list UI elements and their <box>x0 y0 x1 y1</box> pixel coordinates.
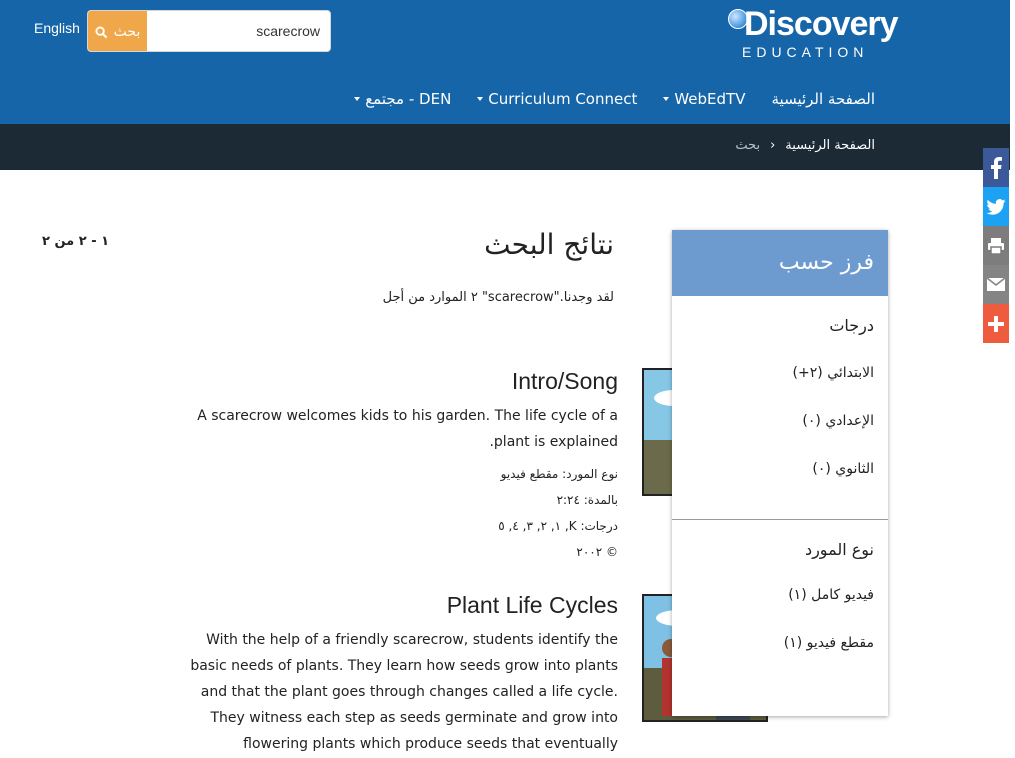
nav-item-webedtv[interactable]: WebEdTV <box>663 90 746 108</box>
result-description: With the help of a friendly scarecrow, s… <box>190 632 618 752</box>
nav-item-label: الصفحة الرئيسية <box>771 90 876 108</box>
search-button[interactable]: بحث <box>88 11 147 51</box>
site-header: English بحث Discovery EDUCATION الصفحة ا… <box>0 0 1010 124</box>
result-title[interactable]: Plant Life Cycles <box>188 592 618 619</box>
filter-type-full-video[interactable]: فيديو كامل (١) <box>672 587 888 603</box>
nav-item-label: مجتمع - DEN <box>365 90 452 108</box>
result-title[interactable]: Intro/Song <box>188 368 618 395</box>
filter-type-video-clip[interactable]: مقطع فيديو (١) <box>672 635 888 651</box>
caret-down-icon <box>354 97 361 101</box>
filter-grade-elementary[interactable]: الابتدائي (٢+) <box>672 365 888 381</box>
discovery-education-logo[interactable]: Discovery EDUCATION <box>726 4 899 62</box>
filter-grades-heading: درجات <box>829 316 874 335</box>
search-icon <box>95 25 107 38</box>
filter-type-heading: نوع المورد <box>804 540 874 559</box>
search-box: بحث <box>87 10 331 52</box>
breadcrumb-bar: الصفحة الرئيسية › بحث <box>0 124 1010 170</box>
filter-panel: فرز حسب درجات الابتدائي (٢+) الإعدادي (٠… <box>672 230 888 716</box>
breadcrumb-home[interactable]: الصفحة الرئيسية <box>785 138 875 153</box>
nav-item-label: WebEdTV <box>674 90 746 108</box>
language-link[interactable]: English <box>34 20 80 36</box>
filter-grade-high[interactable]: الثانوي (٠) <box>672 461 888 477</box>
results-range: ١ - ٢ من ٢ <box>42 234 110 249</box>
main-nav: الصفحة الرئيسية WebEdTV Curriculum Conne… <box>354 90 875 108</box>
page-title: نتائج البحث <box>484 228 614 261</box>
nav-item-label: Curriculum Connect <box>488 90 638 108</box>
result-duration: بالمدة: ٢:٢٤ <box>556 493 618 507</box>
logo-wordmark: Discovery <box>744 5 899 43</box>
filter-divider <box>672 519 888 520</box>
nav-item-home[interactable]: الصفحة الرئيسية <box>772 90 876 108</box>
breadcrumb: الصفحة الرئيسية › بحث <box>735 138 875 153</box>
caret-down-icon <box>663 97 670 101</box>
result-copyright: © ٢٠٠٢ <box>576 545 618 559</box>
nav-item-den-community[interactable]: مجتمع - DEN <box>354 90 451 108</box>
caret-down-icon <box>477 97 484 101</box>
filter-title: فرز حسب <box>672 230 888 296</box>
logo-subtitle: EDUCATION <box>742 44 869 60</box>
breadcrumb-separator: › <box>770 138 776 153</box>
search-result: Plant Life Cycles With the help of a fri… <box>188 592 768 758</box>
main-content: ١ - ٢ من ٢ نتائج البحث ٢ الموارد من أجل … <box>0 170 1010 758</box>
result-grades: درجات: K, ١, ٢, ٣, ٤, ٥ <box>498 519 618 533</box>
breadcrumb-current: بحث <box>735 138 761 153</box>
search-button-label: بحث <box>113 24 141 40</box>
results-summary: ٢ الموارد من أجل "scarecrow".لقد وجدنا <box>382 290 614 305</box>
search-result: Intro/Song A scarecrow welcomes kids to … <box>188 368 768 565</box>
result-description: A scarecrow welcomes kids to his garden.… <box>197 408 618 450</box>
search-input[interactable] <box>147 11 330 51</box>
filter-grade-middle[interactable]: الإعدادي (٠) <box>672 413 888 429</box>
result-type: نوع المورد: مقطع فيديو <box>500 467 618 481</box>
nav-item-curriculum-connect[interactable]: Curriculum Connect <box>477 90 637 108</box>
